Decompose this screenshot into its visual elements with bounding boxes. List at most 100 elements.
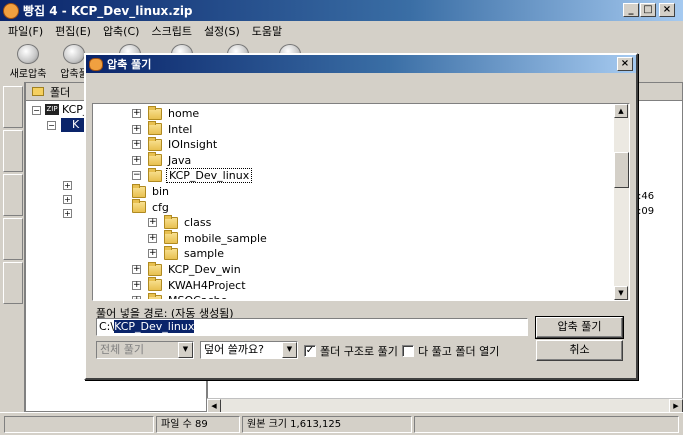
- tree-node-label[interactable]: IOInsight: [166, 138, 219, 151]
- scroll-left-icon[interactable]: ◀: [207, 399, 221, 413]
- folder-pane-title: 폴더: [50, 85, 71, 99]
- tree-node-label[interactable]: Intel: [166, 123, 194, 136]
- side-tab[interactable]: [3, 262, 23, 304]
- tree-expander-icon[interactable]: +: [132, 265, 141, 274]
- menu-script[interactable]: 스크립트: [151, 23, 191, 39]
- horizontal-scrollbar[interactable]: ◀ ▶: [207, 398, 683, 413]
- maximize-button[interactable]: □: [640, 3, 656, 17]
- tree-node-label[interactable]: KCP_Dev_linux: [166, 168, 253, 184]
- tree-node[interactable]: + mobile_sample: [148, 230, 269, 246]
- tree-expander-icon[interactable]: +: [132, 296, 141, 299]
- side-tab[interactable]: [3, 86, 23, 128]
- tree-node[interactable]: bin: [132, 183, 171, 199]
- tree-expander-icon[interactable]: +: [132, 155, 141, 165]
- tree-node[interactable]: + Java: [132, 152, 193, 168]
- cancel-button[interactable]: 취소: [536, 340, 623, 361]
- tree-node[interactable]: + class: [148, 214, 213, 230]
- tree-expander-icon[interactable]: +: [132, 124, 141, 134]
- menu-file[interactable]: 파일(F): [8, 23, 43, 39]
- window-titlebar: 빵집 4 - KCP_Dev_linux.zip _ □ ×: [0, 0, 683, 21]
- tree-expander[interactable]: −: [47, 121, 56, 130]
- app-logo-icon: [3, 2, 19, 19]
- tree-node-label[interactable]: mobile_sample: [182, 232, 269, 245]
- tree-node-label[interactable]: Java: [166, 154, 193, 167]
- tree-expander-icon[interactable]: +: [148, 233, 157, 243]
- extract-scope-value: 전체 풀기: [100, 343, 144, 356]
- extract-dialog: 압축 풀기 × + home + Intel + IOInsight + Java − KCP_D…: [84, 53, 638, 380]
- side-tab[interactable]: [3, 218, 23, 260]
- open-folder-checkbox[interactable]: 다 풀고 폴더 열기: [402, 343, 499, 359]
- folder-icon: [164, 245, 178, 260]
- tree-expander[interactable]: +: [63, 209, 72, 218]
- folder-icon: [132, 183, 146, 198]
- scroll-up-icon[interactable]: ▲: [614, 104, 628, 118]
- path-selected-text: KCP_Dev_linux: [114, 320, 195, 333]
- tree-expander-icon[interactable]: +: [148, 249, 157, 259]
- tree-node-label[interactable]: bin: [150, 185, 171, 198]
- left-tab-strip: [0, 82, 25, 412]
- tree-expander-icon[interactable]: +: [132, 140, 141, 150]
- tree-node[interactable]: cfg: [132, 199, 171, 215]
- tree-expander[interactable]: +: [63, 195, 72, 204]
- tree-node-label[interactable]: KCP_Dev_win: [166, 263, 243, 276]
- extract-path-input[interactable]: C:\KCP_Dev_linux: [96, 318, 528, 336]
- extract-button[interactable]: 압축 풀기: [535, 316, 624, 339]
- menu-help[interactable]: 도움말: [252, 23, 282, 39]
- file-time: :09: [638, 206, 655, 217]
- tree-expander[interactable]: +: [63, 181, 72, 190]
- scroll-down-icon[interactable]: ▼: [614, 286, 628, 300]
- side-tab[interactable]: [3, 174, 23, 216]
- destination-folder-tree[interactable]: + home + Intel + IOInsight + Java − KCP_Dev_linux…: [92, 103, 630, 301]
- tree-node[interactable]: + MSOCache: [132, 292, 229, 299]
- tree-node[interactable]: − KCP_Dev_linux: [132, 167, 253, 184]
- new-archive-button[interactable]: 새로압축: [6, 42, 50, 80]
- tree-node-label[interactable]: MSOCache: [166, 294, 229, 299]
- tree-node[interactable]: + home: [132, 105, 201, 121]
- file-time: :46: [638, 191, 655, 202]
- tree-expander[interactable]: −: [32, 106, 41, 115]
- close-button[interactable]: ×: [659, 3, 675, 17]
- folder-icon: [148, 152, 162, 167]
- tree-node[interactable]: + KWAH4Project: [132, 277, 248, 293]
- folder-icon: [148, 121, 162, 136]
- side-tab[interactable]: [3, 130, 23, 172]
- file-count-value: 89: [194, 419, 208, 430]
- tree-expander-icon[interactable]: +: [132, 109, 141, 118]
- tree-node-label[interactable]: cfg: [150, 201, 171, 214]
- tree-node-label[interactable]: sample: [182, 247, 226, 260]
- checkbox-box[interactable]: [402, 345, 414, 357]
- overwrite-select[interactable]: 덮어 쓸까요? ▼: [200, 341, 298, 359]
- folder-icon: [164, 230, 178, 245]
- tree-node-label[interactable]: class: [182, 216, 213, 229]
- folder-icon: [148, 105, 162, 120]
- tree-expander-icon[interactable]: +: [132, 280, 141, 290]
- menu-edit[interactable]: 편집(E): [55, 23, 91, 39]
- scroll-thumb[interactable]: [614, 152, 629, 188]
- tree-node[interactable]: + KCP_Dev_win: [132, 261, 243, 277]
- folder-icon: [132, 199, 146, 214]
- scroll-right-icon[interactable]: ▶: [669, 399, 683, 413]
- menu-compress[interactable]: 압축(C): [103, 23, 140, 39]
- menu-settings[interactable]: 설정(S): [204, 23, 240, 39]
- dialog-close-button[interactable]: ×: [617, 57, 633, 71]
- app-logo-icon: [89, 57, 103, 71]
- minimize-button[interactable]: _: [623, 3, 639, 17]
- dropdown-arrow-icon: ▼: [178, 342, 193, 358]
- tree-expander-icon[interactable]: +: [148, 218, 157, 228]
- tree-node-label[interactable]: home: [166, 107, 201, 120]
- tree-node[interactable]: + sample: [148, 245, 226, 261]
- checkbox-box[interactable]: ✓: [304, 345, 316, 357]
- dropdown-arrow-icon[interactable]: ▼: [282, 342, 297, 358]
- tree-node[interactable]: + IOInsight: [132, 136, 219, 152]
- tree-node-label[interactable]: KWAH4Project: [166, 279, 248, 292]
- selected-folder-label[interactable]: K: [61, 118, 85, 132]
- tree-expander-icon[interactable]: −: [132, 171, 141, 181]
- folder-icon: [148, 167, 162, 182]
- status-original-size: 원본 크기 1,613,125: [242, 416, 412, 433]
- folder-icon: [148, 136, 162, 151]
- file-count-label: 파일 수: [161, 419, 192, 430]
- tree-vertical-scrollbar[interactable]: ▲ ▼: [614, 104, 629, 300]
- open-folder-label: 다 풀고 폴더 열기: [418, 345, 500, 358]
- keep-structure-checkbox[interactable]: ✓ 폴더 구조로 풀기: [304, 343, 398, 359]
- tree-node[interactable]: + Intel: [132, 121, 194, 137]
